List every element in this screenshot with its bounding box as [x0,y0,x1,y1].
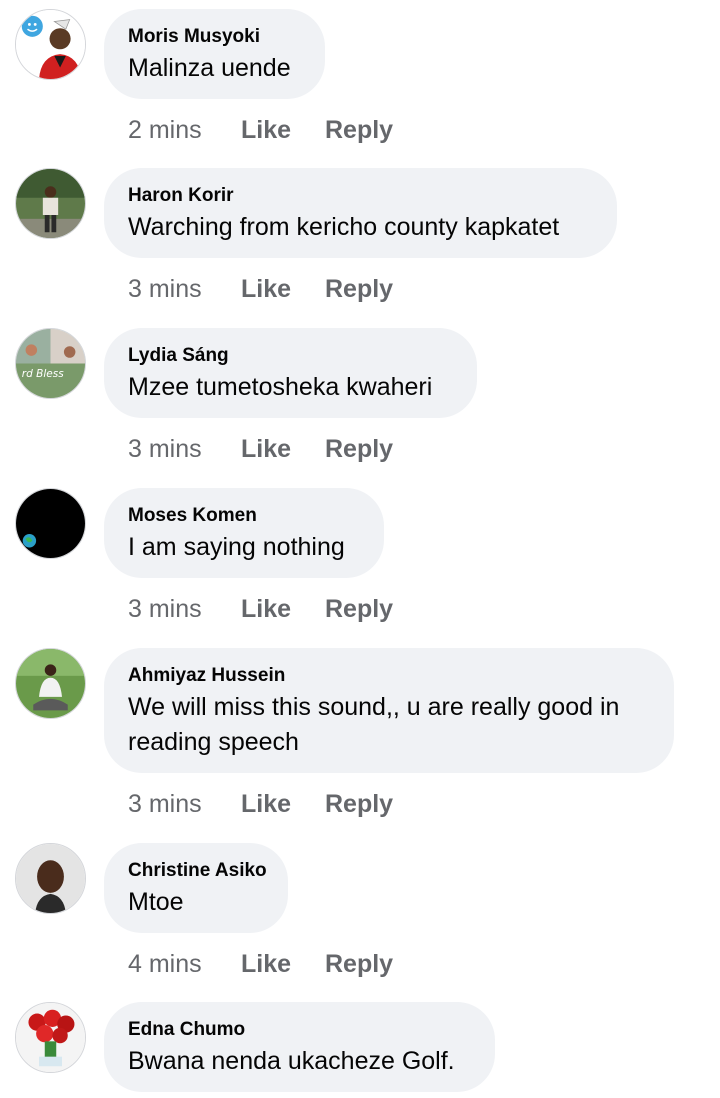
reply-button[interactable]: Reply [325,789,393,819]
comment-timestamp[interactable]: 3 mins [128,789,202,819]
comment-author[interactable]: Moris Musyoki [128,23,301,51]
like-button[interactable]: Like [241,115,291,145]
reply-button[interactable]: Reply [325,274,393,304]
reply-button[interactable]: Reply [325,434,393,464]
like-button[interactable]: Like [241,274,291,304]
comment-author[interactable]: Lydia Sáng [128,342,453,370]
person-standing-outdoors-avatar[interactable] [15,168,86,239]
comment-author[interactable]: Ahmiyaz Hussein [128,662,650,690]
comment-bubble: Moses Komen I am saying nothing [104,488,384,578]
person-sitting-grass-avatar[interactable] [15,648,86,719]
comment-text: Mtoe [128,888,184,916]
reply-button[interactable]: Reply [325,594,393,624]
like-button[interactable]: Like [241,594,291,624]
comment-timestamp[interactable]: 4 mins [128,949,202,979]
comment-text: We will miss this sound,, u are really g… [128,693,620,756]
comment-timestamp[interactable]: 2 mins [128,115,202,145]
comment-bubble: Lydia Sáng Mzee tumetosheka kwaheri [104,328,477,418]
comment-text: Mzee tumetosheka kwaheri [128,373,433,401]
like-button[interactable]: Like [241,789,291,819]
comment-author[interactable]: Moses Komen [128,502,360,530]
comment-bubble: Moris Musyoki Malinza uende [104,9,325,99]
reply-button[interactable]: Reply [325,115,393,145]
comment-bubble: Edna Chumo Bwana nenda ukacheze Golf. [104,1002,495,1092]
comment-bubble: Ahmiyaz Hussein We will miss this sound,… [104,648,674,773]
comment-text: Malinza uende [128,54,291,82]
comment-bubble: Christine Asiko Mtoe [104,843,288,933]
reply-button[interactable]: Reply [325,949,393,979]
black-globe-avatar[interactable] [15,488,86,559]
comment-text: Warching from kericho county kapkatet [128,213,560,241]
collage-avatar[interactable]: rd Bless [15,328,86,399]
comment-author[interactable]: Haron Korir [128,182,593,210]
comment-author[interactable]: Christine Asiko [128,857,267,885]
comment-author[interactable]: Edna Chumo [128,1016,471,1044]
red-roses-avatar[interactable] [15,1002,86,1073]
comment-text: Bwana nenda ukacheze Golf. [128,1047,455,1075]
comment-timestamp[interactable]: 3 mins [128,274,202,304]
comment-timestamp[interactable]: 3 mins [128,434,202,464]
comment-timestamp[interactable]: 3 mins [128,594,202,624]
person-selfie-avatar[interactable] [15,843,86,914]
svg-text:rd Bless: rd Bless [22,368,64,380]
comment-text: I am saying nothing [128,533,345,561]
like-button[interactable]: Like [241,434,291,464]
like-button[interactable]: Like [241,949,291,979]
comment-bubble: Haron Korir Warching from kericho county… [104,168,617,258]
person-red-shirt-avatar[interactable] [15,9,86,80]
